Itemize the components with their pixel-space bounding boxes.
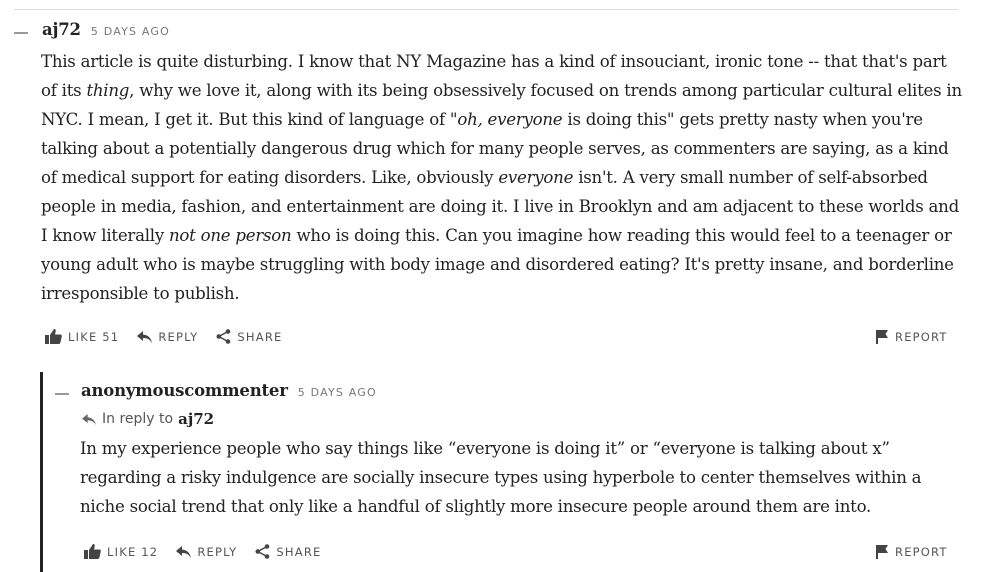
comment-timestamp: 5 DAYS AGO (297, 386, 377, 399)
report-label: REPORT (895, 545, 948, 559)
comment-header: aj72 5 DAYS AGO (14, 20, 964, 46)
flag-icon (876, 330, 888, 344)
like-button[interactable]: LIKE 51 (45, 329, 119, 344)
comment-author[interactable]: aj72 (42, 20, 81, 39)
comment-body: In my experience people who say things l… (80, 439, 922, 516)
reply-arrow-icon (137, 330, 153, 343)
share-label: SHARE (276, 544, 322, 559)
flag-icon (876, 545, 888, 559)
comment-body: This article is quite disturbing. I know… (41, 47, 966, 308)
like-label: LIKE (107, 544, 137, 559)
like-button[interactable]: LIKE 12 (84, 544, 158, 559)
report-button[interactable]: REPORT (876, 330, 948, 344)
thumbs-up-icon (84, 544, 101, 559)
share-icon (216, 329, 231, 344)
comment: aj72 5 DAYS AGO This article is quite di… (14, 20, 964, 308)
comment-author[interactable]: anonymouscommenter (81, 381, 288, 400)
report-label: REPORT (895, 330, 948, 344)
comment-text-emphasis: everyone (498, 168, 574, 187)
comment-text-emphasis: oh, everyone (457, 110, 563, 129)
comment-actions: LIKE 12 REPLY SHARE (84, 544, 340, 559)
reply-button[interactable]: REPLY (176, 545, 237, 559)
in-reply-to-label: In reply to (102, 411, 174, 427)
reply-label: REPLY (197, 544, 238, 559)
share-button[interactable]: SHARE (255, 544, 321, 559)
reply-label: REPLY (158, 329, 199, 344)
like-count: 51 (102, 329, 120, 344)
reply-comment: anonymouscommenter 5 DAYS AGO In reply t… (55, 381, 955, 521)
thumbs-up-icon (45, 329, 62, 344)
comment-text-emphasis: thing (86, 81, 130, 100)
like-label: LIKE (68, 329, 98, 344)
collapse-icon[interactable] (14, 32, 28, 34)
like-count: 12 (141, 544, 159, 559)
in-reply-to: In reply to aj72 (82, 407, 955, 431)
share-icon (255, 544, 270, 559)
comment-header: anonymouscommenter 5 DAYS AGO (55, 381, 955, 407)
reply-arrow-icon (82, 413, 96, 425)
in-reply-to-user[interactable]: aj72 (178, 410, 214, 428)
report-button[interactable]: REPORT (876, 545, 948, 559)
reply-arrow-icon (176, 545, 192, 558)
reply-button[interactable]: REPLY (137, 330, 198, 344)
top-divider (14, 9, 958, 10)
share-button[interactable]: SHARE (216, 329, 282, 344)
comment-text-emphasis: not one person (168, 226, 292, 245)
comment-timestamp: 5 DAYS AGO (90, 25, 170, 38)
comment-actions: LIKE 51 REPLY SHARE (45, 329, 301, 344)
share-label: SHARE (237, 329, 283, 344)
collapse-icon[interactable] (55, 393, 69, 395)
